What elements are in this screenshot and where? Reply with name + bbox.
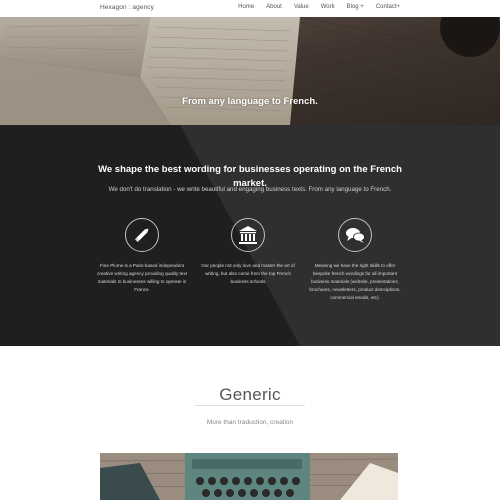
- main-menu: Home About Value Work Blog + Contact+: [226, 4, 400, 10]
- hero-image: [0, 17, 500, 125]
- chat-bubbles-icon: [346, 228, 365, 243]
- feature-1-text: Fine Plume is a Paris-based independent …: [97, 263, 187, 292]
- typewriter-image: [100, 453, 398, 500]
- divider: [195, 405, 305, 406]
- typewriter-photo: [100, 453, 398, 500]
- hero-title: From any language to French.: [182, 96, 318, 107]
- nav-work[interactable]: Work: [321, 4, 335, 10]
- nav-home[interactable]: Home: [238, 4, 254, 10]
- nav-contact[interactable]: Contact+: [376, 4, 400, 10]
- nav-value[interactable]: Value: [294, 4, 309, 10]
- feature-2-icon-circle: [231, 218, 265, 252]
- pencil-icon: [134, 228, 149, 243]
- nav-about[interactable]: About: [266, 4, 282, 10]
- brand-logo[interactable]: Hexagon : agency: [100, 4, 154, 11]
- feature-2-text: Our people not only love and master the …: [201, 263, 295, 284]
- intro-subtitle: We don't do translation - we write beaut…: [108, 186, 392, 193]
- bank-icon: [239, 226, 257, 244]
- feature-3-text: Meaning we have the right skills to offe…: [309, 263, 401, 300]
- hero-banner: From any language to French.: [0, 17, 500, 125]
- generic-title: Generic: [219, 385, 281, 404]
- nav-blog[interactable]: Blog +: [347, 4, 364, 10]
- top-nav: Hexagon : agency Home About Value Work B…: [0, 0, 500, 17]
- feature-1-icon-circle: [125, 218, 159, 252]
- generic-subtitle: More than traduction, creation: [206, 419, 294, 426]
- feature-3-icon-circle: [338, 218, 372, 252]
